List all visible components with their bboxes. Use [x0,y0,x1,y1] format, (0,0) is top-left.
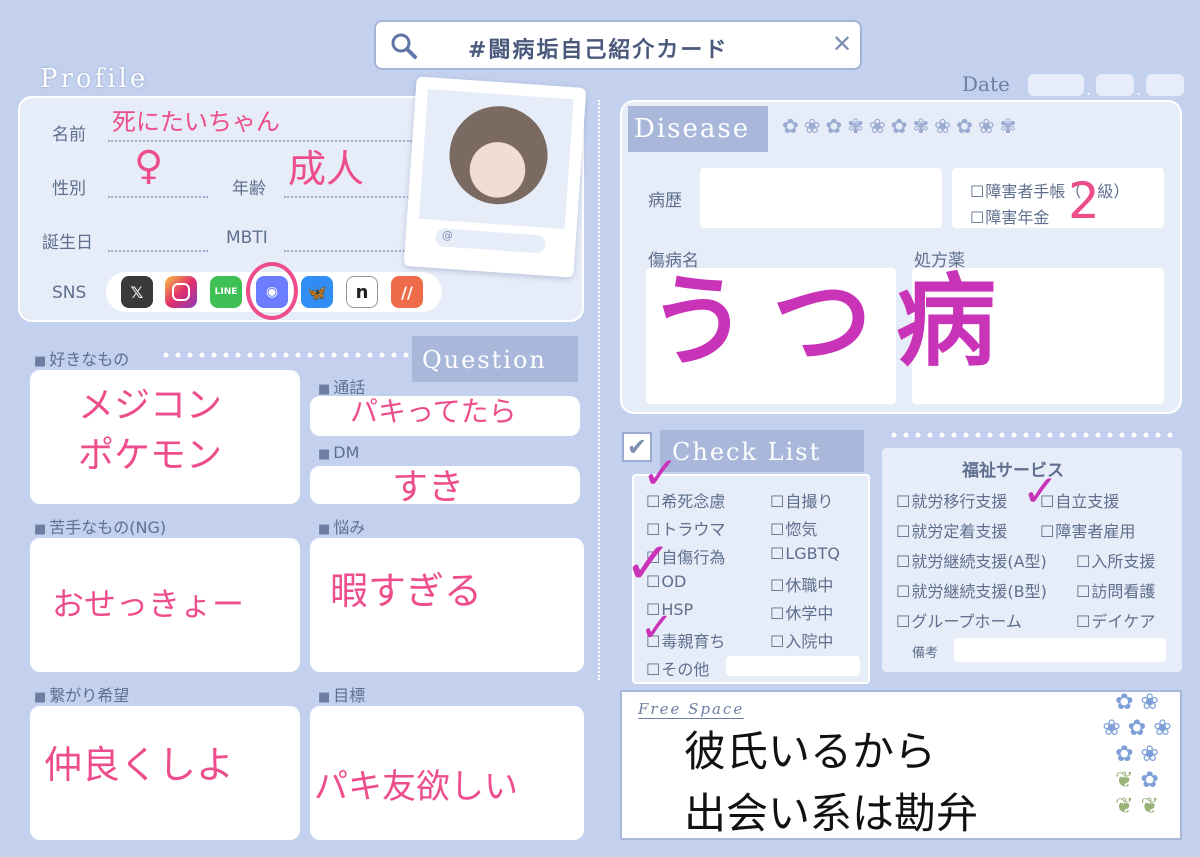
goal-value: パキ友欲しい [314,767,518,807]
date-sep: . [1136,80,1142,99]
age-underline [284,196,412,198]
name-label: 名前 [52,125,86,145]
sns-label: SNS [52,283,87,303]
date-label: Date [962,72,1010,96]
birthday-underline [108,250,208,252]
likes-label: 好きなもの [34,346,129,370]
sex-underline [108,196,208,198]
date-sep: . [1086,80,1092,99]
note-field[interactable] [954,638,1166,662]
search-icon [391,33,417,59]
profile-heading: Profile [40,64,149,94]
bluesky-icon[interactable]: 🦋 [301,276,333,308]
welfare-item-1[interactable]: 就労移行支援 [896,488,1007,512]
welfare-item-10[interactable]: デイケア [1076,608,1155,632]
checklist-item-11[interactable]: 休職中 [770,572,833,596]
likes-line-2: ポケモン [78,435,223,476]
mbti-label: MBTI [226,228,268,248]
instagram-icon[interactable] [165,276,197,308]
age-label: 年齢 [232,179,266,199]
sex-label: 性別 [52,179,86,199]
call-value: パキってたら [350,395,517,428]
ng-value: おせっきょー [52,585,245,623]
search-title: #闘病垢自己紹介カード [468,38,729,63]
check-mark: ✓ [624,529,673,597]
check-mark: ✓ [1022,466,1059,517]
discord-circle-mark [246,262,298,320]
search-bar[interactable]: #闘病垢自己紹介カード ✕ [374,20,862,70]
history-box [700,168,942,228]
checklist-item-7[interactable]: その他 [646,656,709,680]
worry-label: 悩み [318,514,365,538]
line-icon[interactable]: LINE [210,276,242,308]
free-line-1: 彼氏いるから [684,727,937,776]
likes-line-1: メジコン [78,385,223,426]
photo-handle: @ [435,228,547,254]
worry-value: 暇すぎる [330,569,483,613]
photo-at: @ [441,228,454,243]
welfare-item-2[interactable]: 就労定着支援 [896,518,1007,542]
dm-value: すき [392,467,465,508]
history-label: 病歴 [648,191,682,211]
diagnosis-value: うつ病 [648,263,1020,380]
welfare-dots [888,430,1178,440]
free-heading: Free Space [638,700,745,719]
ng-label: 苦手なもの(NG) [34,514,166,538]
checklist-other-field[interactable] [726,656,860,676]
welfare-item-3[interactable]: 就労継続支援(A型) [896,548,1046,572]
free-line-2: 出会い系は勘弁 [684,789,979,838]
sex-value: ♀ [134,143,164,189]
other-sns-icon[interactable]: // [391,276,423,308]
disease-heading: Disease [628,106,768,152]
photo-card: @ [403,76,587,278]
checklist-item-13[interactable]: 入院中 [770,628,833,652]
checklist-item-8[interactable]: 自撮り [770,488,833,512]
welfare-item-8[interactable]: 入所支援 [1076,548,1155,572]
note-label: 備考 [912,646,939,661]
welfare-item-5[interactable]: グループホーム [896,608,1022,632]
name-value: 死にたいちゃん [112,108,280,136]
goal-label: 目標 [318,682,365,706]
mbti-underline [284,250,412,252]
welfare-item-4[interactable]: 就労継続支援(B型) [896,578,1046,602]
handbook-option[interactable]: 障害者手帳（ 級） [970,178,1129,202]
likes-dots [160,350,410,360]
forget-me-not-flowers: ✿ ❀ ❀ ✿ ❀ ✿ ❀ ❦ ✿ ❦ ❦ [1102,690,1172,819]
x-icon[interactable]: 𝕏 [121,276,153,308]
birthday-label: 誕生日 [42,233,93,253]
checklist-item-10[interactable]: LGBTQ [770,544,840,563]
name-underline [108,140,412,142]
date-day-field[interactable] [1146,74,1184,96]
checklist-heading: Check List [660,430,864,472]
check-mark: ✓ [640,605,674,651]
checklist-item-9[interactable]: 惚気 [770,516,817,540]
pension-option[interactable]: 障害年金 [970,204,1049,228]
question-tag: Question [412,336,578,382]
dm-label: DM [318,443,359,462]
divider [598,100,600,680]
note-icon[interactable]: n [346,276,378,308]
check-mark: ✓ [642,448,679,499]
date-year-field[interactable] [1028,74,1084,96]
age-value: 成人 [288,147,365,191]
welfare-item-7[interactable]: 障害者雇用 [1040,518,1135,542]
close-icon[interactable]: ✕ [832,30,852,58]
connect-label: 繋がり希望 [34,682,129,706]
handbook-grade: 2 [1068,172,1100,230]
date-month-field[interactable] [1096,74,1134,96]
flower-border: ✿❀✿✾❀✿✾❀✿❀✾ [782,114,1022,138]
connect-value: 仲良くしよ [44,743,235,787]
checklist-item-12[interactable]: 休学中 [770,600,833,624]
welfare-item-9[interactable]: 訪問看護 [1076,578,1155,602]
